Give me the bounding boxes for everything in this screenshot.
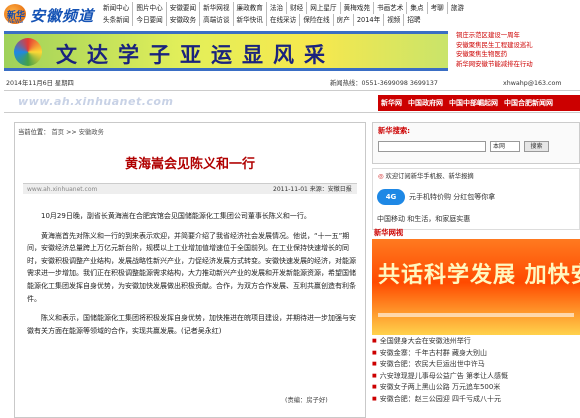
banner[interactable]: 文达学子亚运显风采 bbox=[4, 31, 448, 71]
partner-bar: www.ah.xinhuanet.com 新华网 中国政府网 中国中部崛起网 中国合肥… bbox=[4, 93, 580, 113]
nav-link[interactable]: 今日要闻 bbox=[132, 14, 165, 26]
article-source-url: www.ah.xinhuanet.com bbox=[27, 186, 98, 193]
article-meta: www.ah.xinhuanet.com 2011-11-01 来源：安徽日报 bbox=[23, 183, 357, 194]
breadcrumb-section[interactable]: 安徽政务 bbox=[79, 129, 104, 136]
article-paragraph: 黄海嵩首先对陈义和一行的到来表示欢迎，并简要介绍了我省经济社会发展情况。他说，“… bbox=[27, 231, 356, 303]
site-url: www.ah.xinhuanet.com bbox=[18, 95, 174, 108]
nav-link[interactable]: 视频 bbox=[383, 14, 403, 26]
nav-link[interactable]: 在线采访 bbox=[265, 14, 299, 26]
nav-link[interactable]: 新华网视 bbox=[199, 2, 232, 14]
news-list-item[interactable]: 六安琼现提儿事母公益广告 第孝让人感慨 bbox=[372, 371, 580, 383]
nav-link[interactable]: 旅游 bbox=[446, 2, 467, 14]
banner-side-link[interactable]: 安徽聚焦民生工程建设巡礼 bbox=[456, 41, 580, 51]
banner-side-link[interactable]: 新华网安徽节能减排在行动 bbox=[456, 60, 580, 70]
news-list-item[interactable]: 全国健身大会在安徽池州举行 bbox=[372, 336, 580, 348]
nav-link[interactable]: 保险在线 bbox=[299, 14, 332, 26]
promo-box: ◎ 欢迎订阅新华手机报、新华报摘 4G 元手机特价购 分红包等你拿 中国移动 和生… bbox=[372, 168, 580, 230]
breadcrumb-label: 当前位置： bbox=[18, 129, 50, 136]
breadcrumb-separator: >> bbox=[66, 129, 77, 136]
banner-side-link[interactable]: 铜庄示范区建设一周年 bbox=[456, 31, 580, 41]
site-logo[interactable]: 新华 NEWS 安徽频道 bbox=[4, 3, 100, 25]
nav-link[interactable]: 高端访谈 bbox=[199, 14, 232, 26]
logo-subtitle: NEWS bbox=[8, 19, 23, 25]
banner-side-link[interactable]: 安徽聚焦生物医药 bbox=[456, 50, 580, 60]
news-list-item[interactable]: 安徽金寨：千年古村群 藏身大别山 bbox=[372, 348, 580, 360]
breadcrumb: 当前位置： 首页 >> 安徽政务 bbox=[18, 127, 104, 136]
poster-decoration bbox=[378, 313, 574, 317]
nav-link[interactable]: 新华快讯 bbox=[232, 14, 266, 26]
partner-tab[interactable]: 中国中部崛起网 bbox=[446, 99, 501, 107]
asian-games-logo-icon bbox=[14, 38, 42, 66]
nav-link[interactable]: 房产 bbox=[332, 14, 353, 26]
nav-link[interactable]: 网上星厅 bbox=[306, 2, 339, 14]
nav-link[interactable]: 头条新闻 bbox=[100, 14, 132, 26]
news-list: 全国健身大会在安徽池州举行安徽金寨：千年古村群 藏身大别山安徽合肥：农民大巨运出… bbox=[372, 336, 580, 405]
search-box: 新华搜索: 本网 搜索 bbox=[372, 122, 580, 164]
nav-link[interactable]: 廉政教育 bbox=[232, 2, 266, 14]
mobile-ad-2-text: 中国移动 和生活，和家庭实惠 bbox=[377, 215, 471, 223]
video-section-title[interactable]: 新华网视 bbox=[374, 228, 403, 238]
nav-link[interactable]: 财经 bbox=[286, 2, 306, 14]
site-brand: 安徽频道 bbox=[30, 8, 95, 25]
nav-link[interactable]: 安徽政务 bbox=[165, 14, 199, 26]
nav-link[interactable]: 招聘 bbox=[403, 14, 423, 26]
partner-tab[interactable]: 中国合肥新闻网 bbox=[501, 99, 556, 107]
article-date-source: 2011-11-01 来源：安徽日报 bbox=[273, 186, 352, 193]
article-paragraph: 10月29日晚，副省长黄海嵩在合肥宾馆会见国储能源化工集团公司董事长陈义和一行。 bbox=[41, 212, 311, 220]
article-title: 黄海嵩会见陈义和一行 bbox=[124, 157, 255, 172]
mobile-ad[interactable]: 4G 元手机特价购 分红包等你拿 bbox=[377, 187, 577, 207]
article-panel: 当前位置： 首页 >> 安徽政务 黄海嵩会见陈义和一行 www.ah.xinhu… bbox=[14, 122, 366, 418]
site-header: 新华 NEWS 安徽频道 新闻中心 图片中心 安徽要闻 新华网视 廉政教育 法治 财经 网上星… bbox=[0, 0, 580, 27]
nav-link[interactable]: 书画艺术 bbox=[373, 2, 406, 14]
news-hotline: 新闻热线：0551-3699098 3699137 bbox=[330, 80, 438, 87]
news-list-item[interactable]: 安徽女子两上黑山公路 万元追车500米 bbox=[372, 382, 580, 394]
subscribe-text[interactable]: ◎ 欢迎订阅新华手机报、新华报摘 bbox=[378, 171, 474, 180]
partner-tab[interactable]: 新华网 bbox=[378, 99, 405, 107]
info-bar: 2014年11月6日 星期四 新闻热线：0551-3699098 3699137… bbox=[4, 77, 580, 91]
nav-link[interactable]: 黄梅戏苑 bbox=[339, 2, 373, 14]
nav-link[interactable]: 图片中心 bbox=[132, 2, 165, 14]
search-label: 新华搜索: bbox=[378, 126, 411, 135]
breadcrumb-home[interactable]: 首页 bbox=[52, 129, 65, 136]
search-button[interactable]: 搜索 bbox=[524, 141, 549, 152]
mobile-ad-text: 元手机特价购 分红包等你拿 bbox=[409, 193, 496, 201]
nav-link[interactable]: 2014年 bbox=[352, 14, 383, 26]
nav-link[interactable]: 考聊 bbox=[426, 2, 447, 14]
nav-row-1: 新闻中心 图片中心 安徽要闻 新华网视 廉政教育 法治 财经 网上星厅 黄梅戏苑 书画艺术 集点 考聊… bbox=[100, 2, 578, 14]
4g-badge-icon: 4G bbox=[377, 189, 405, 205]
article-paragraph: 陈义和表示，国储能源化工集团将积极发挥自身优势，加快推进在皖项目建设，并期待进一… bbox=[27, 314, 356, 335]
partner-tab[interactable]: 中国政府网 bbox=[405, 99, 446, 107]
current-date: 2014年11月6日 星期四 bbox=[6, 80, 74, 87]
poster-text: 共话科学发展 加快安徽崛起 bbox=[378, 262, 580, 288]
banner-side-links: 铜庄示范区建设一周年 安徽聚焦民生工程建设巡礼 安徽聚焦生物医药 新华网安徽节能减排在… bbox=[456, 31, 580, 69]
nav-link[interactable]: 新闻中心 bbox=[100, 2, 132, 14]
article-editor: (责编：房子好) bbox=[285, 397, 328, 404]
banner-title: 文达学子亚运显风采 bbox=[56, 42, 335, 67]
nav-row-2: 头条新闻 今日要闻 安徽政务 高端访谈 新华快讯 在线采访 保险在线 房产 2014年 视频 招聘 bbox=[100, 14, 578, 26]
article-body: 10月29日晚，副省长黄海嵩在合肥宾馆会见国储能源化工集团公司董事长陈义和一行。… bbox=[27, 210, 357, 344]
contact-email[interactable]: xhwahp@163.com bbox=[503, 77, 561, 91]
search-input[interactable] bbox=[378, 141, 486, 152]
mobile-ad-2[interactable]: 中国移动 和生活，和家庭实惠 bbox=[377, 209, 577, 229]
video-poster[interactable]: 共话科学发展 加快安徽崛起 bbox=[372, 239, 580, 335]
nav-link[interactable]: 安徽要闻 bbox=[165, 2, 199, 14]
nav-link[interactable]: 法治 bbox=[265, 2, 286, 14]
news-list-item[interactable]: 安徽合肥：农民大巨运出世中许马 bbox=[372, 359, 580, 371]
nav-link[interactable]: 集点 bbox=[406, 2, 426, 14]
news-list-item[interactable]: 安徽合肥：赵三公园迎 四千亏成八十元 bbox=[372, 394, 580, 406]
search-scope-select[interactable]: 本网 bbox=[490, 141, 520, 152]
partner-tabs: 新华网 中国政府网 中国中部崛起网 中国合肥新闻网 bbox=[378, 95, 580, 111]
top-nav: 新闻中心 图片中心 安徽要闻 新华网视 廉政教育 法治 财经 网上星厅 黄梅戏苑 书画艺术 集点 考聊… bbox=[100, 2, 578, 26]
right-column: 新华搜索: 本网 搜索 ◎ 欢迎订阅新华手机报、新华报摘 4G 元手机特价购 分红… bbox=[372, 118, 580, 418]
